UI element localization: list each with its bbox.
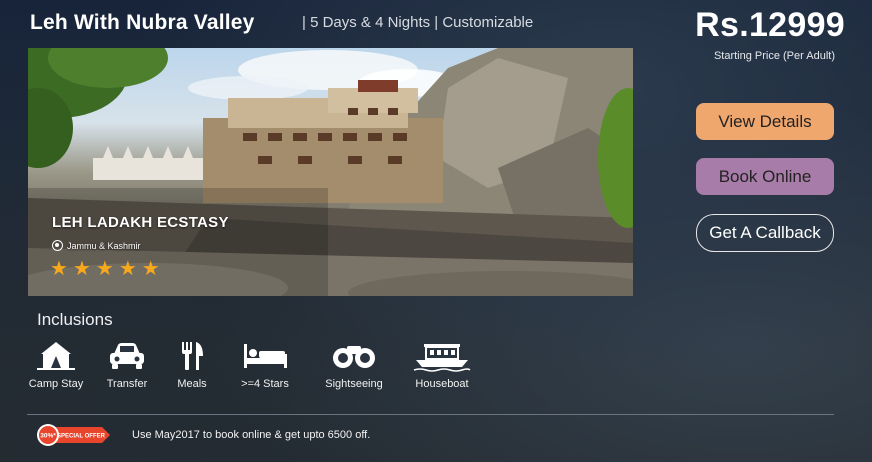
get-callback-button[interactable]: Get A Callback bbox=[696, 214, 834, 252]
package-meta: | 5 Days & 4 Nights | Customizable bbox=[302, 14, 534, 31]
price-note: Starting Price (Per Adult) bbox=[713, 50, 835, 62]
star-icon: ★ bbox=[50, 258, 68, 280]
hero-location-text: Jammu & Kashmir bbox=[67, 240, 141, 251]
offer-badge-label: SPECIAL OFFER bbox=[57, 434, 106, 440]
tent-icon bbox=[37, 342, 75, 370]
hero-location: Jammu & Kashmir bbox=[52, 240, 141, 251]
offer-text: Use May2017 to book online & get upto 65… bbox=[132, 429, 371, 441]
inclusions-title: Inclusions bbox=[37, 310, 113, 329]
inclusion-camp-stay: Camp Stay bbox=[27, 340, 85, 390]
inclusion-label: Houseboat bbox=[415, 378, 469, 390]
package-title: Leh With Nubra Valley bbox=[30, 11, 255, 34]
inclusion-meals: Meals bbox=[174, 340, 210, 390]
offer-badge-percent: 30%* bbox=[40, 433, 56, 440]
star-icon: ★ bbox=[118, 258, 137, 280]
view-details-button[interactable]: View Details bbox=[696, 103, 834, 140]
inclusion-transfer: Transfer bbox=[104, 340, 150, 390]
houseboat-icon bbox=[413, 344, 471, 372]
bed-icon bbox=[244, 344, 287, 368]
binoculars-icon bbox=[333, 346, 375, 368]
location-pin-icon bbox=[52, 240, 63, 251]
inclusion-houseboat: Houseboat bbox=[412, 340, 472, 390]
star-icon: ★ bbox=[72, 258, 91, 280]
price-amount: Rs.12999 bbox=[695, 6, 845, 44]
car-icon bbox=[110, 343, 144, 369]
inclusion-label: Sightseeing bbox=[325, 378, 383, 390]
special-offer-badge: 30%* SPECIAL OFFER bbox=[36, 423, 110, 452]
star-icon: ★ bbox=[141, 258, 160, 280]
inclusion-label: >=4 Stars bbox=[241, 378, 289, 390]
inclusion-sightseeing: Sightseeing bbox=[321, 340, 387, 390]
hero-package-name: LEH LADAKH ECSTASY bbox=[52, 214, 229, 231]
inclusion-label: Camp Stay bbox=[28, 378, 84, 390]
book-online-button[interactable]: Book Online bbox=[696, 158, 834, 195]
divider bbox=[27, 414, 834, 415]
inclusion-label: Transfer bbox=[106, 378, 148, 390]
rating-stars: ★ ★ ★ ★ ★ bbox=[50, 256, 160, 281]
inclusion-label: Meals bbox=[177, 378, 207, 390]
hero-image[interactable]: LEH LADAKH ECSTASY Jammu & Kashmir ★ ★ ★… bbox=[28, 48, 633, 296]
inclusion-stars: >=4 Stars bbox=[238, 340, 292, 390]
star-icon: ★ bbox=[95, 258, 114, 280]
cutlery-icon bbox=[182, 342, 203, 370]
